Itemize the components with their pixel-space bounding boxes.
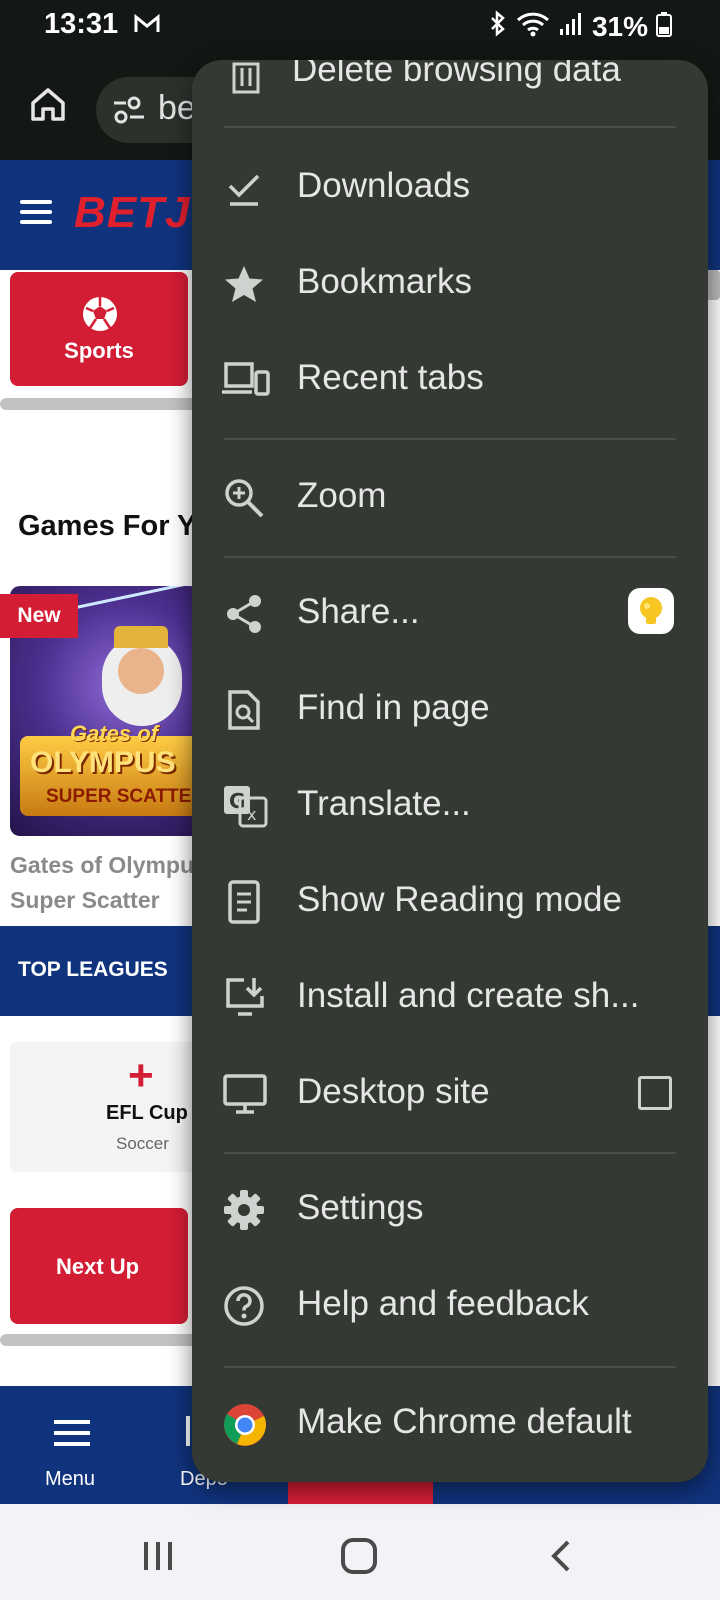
download-check-icon: [222, 166, 266, 210]
lightbulb-icon[interactable]: [628, 588, 674, 634]
menu-item-label: Zoom: [297, 476, 387, 515]
menu-divider: [224, 1152, 676, 1154]
menu-item-install[interactable]: Install and create sh...: [192, 950, 708, 1046]
menu-item-label: Share...: [297, 592, 420, 631]
share-icon: [222, 592, 266, 636]
chrome-icon: [222, 1402, 267, 1446]
page-info-icon[interactable]: [112, 95, 146, 130]
league-card[interactable]: + EFL Cup Soccer: [10, 1042, 210, 1172]
menu-item-label: Settings: [297, 1188, 424, 1227]
games-heading: Games For Y: [18, 510, 197, 542]
menu-item-label: Help and feedback: [297, 1284, 589, 1323]
efl-cup-logo-icon: +: [128, 1051, 154, 1100]
svg-text:x: x: [247, 805, 256, 824]
home-button[interactable]: [28, 84, 68, 124]
next-up-scrollbar[interactable]: [0, 1334, 200, 1346]
menu-item-translate[interactable]: Gx Translate...: [192, 758, 708, 854]
battery-icon: [656, 11, 672, 42]
game-title-line-2: Super Scatter: [10, 887, 160, 913]
devices-icon: [222, 358, 270, 402]
game-art-text-2: OLYMPUS: [30, 746, 176, 779]
menu-item-label: Downloads: [297, 166, 471, 205]
url-text: be: [158, 89, 196, 127]
game-art-text-1: Gates of: [70, 721, 159, 746]
menu-item-find-in-page[interactable]: Find in page: [192, 662, 708, 758]
menu-item-bookmarks[interactable]: Bookmarks: [192, 236, 708, 332]
menu-item-help[interactable]: Help and feedback: [192, 1258, 708, 1354]
site-logo[interactable]: BETJ: [74, 188, 190, 238]
menu-item-settings[interactable]: Settings: [192, 1162, 708, 1258]
bluetooth-icon: [488, 10, 508, 43]
game-title[interactable]: Gates of Olympu Super Scatter: [10, 848, 194, 918]
next-up-label: Next Up: [56, 1254, 140, 1279]
menu-item-label: Install and create sh...: [297, 976, 640, 1015]
battery-percent: 31%: [591, 10, 648, 42]
recent-apps-icon[interactable]: [140, 1538, 176, 1579]
find-in-page-icon: [222, 688, 266, 732]
soccer-ball-icon: [80, 294, 120, 339]
trash-icon: [228, 60, 268, 94]
status-time: 13:31: [44, 8, 119, 40]
status-bar: 13:31 31%: [0, 0, 720, 50]
desktop-site-checkbox[interactable]: [638, 1076, 672, 1110]
menu-divider: [224, 1366, 676, 1368]
menu-item-reading-mode[interactable]: Show Reading mode: [192, 854, 708, 950]
menu-item-downloads[interactable]: Downloads: [192, 140, 708, 236]
gear-icon: [222, 1188, 266, 1232]
new-badge: New: [0, 594, 78, 638]
gmail-icon: [133, 12, 161, 41]
menu-item-label: Make Chrome default: [297, 1402, 632, 1441]
help-icon: [222, 1284, 266, 1328]
sports-tile[interactable]: Sports: [10, 272, 188, 386]
system-home-icon[interactable]: [341, 1538, 377, 1574]
menu-item-label: Find in page: [297, 688, 490, 727]
menu-item-label: Delete browsing data: [292, 60, 621, 89]
menu-item-zoom[interactable]: Zoom: [192, 450, 708, 546]
svg-text:G: G: [229, 789, 245, 813]
league-sport: Soccer: [116, 1134, 169, 1153]
menu-item-label: Desktop site: [297, 1072, 490, 1111]
signal-icon: [558, 11, 584, 42]
tiles-scrollbar[interactable]: [0, 398, 200, 410]
menu-item-label: Translate...: [297, 784, 471, 823]
status-icons: 31%: [488, 10, 672, 43]
back-icon[interactable]: [548, 1538, 576, 1579]
menu-item-label: Bookmarks: [297, 262, 473, 301]
menu-item-label: Recent tabs: [297, 358, 484, 397]
menu-item-label: Show Reading mode: [297, 880, 622, 919]
menu-item-delete-browsing-data[interactable]: Delete browsing data: [192, 60, 708, 110]
site-menu-icon[interactable]: [20, 200, 52, 224]
translate-icon: Gx: [222, 784, 268, 828]
system-nav-bar: [0, 1504, 720, 1600]
top-leagues-label: TOP LEAGUES: [18, 958, 168, 981]
install-icon: [222, 976, 266, 1020]
bottom-menu-label[interactable]: Menu: [45, 1468, 95, 1491]
reading-mode-icon: [222, 880, 266, 924]
zoom-in-icon: [222, 476, 266, 520]
star-icon: [222, 262, 266, 306]
desktop-icon: [222, 1072, 267, 1116]
menu-divider: [224, 126, 676, 128]
next-up-tile[interactable]: Next Up: [10, 1208, 188, 1324]
game-title-line-1: Gates of Olympu: [10, 852, 195, 878]
menu-item-recent-tabs[interactable]: Recent tabs: [192, 332, 708, 428]
home-icon: [31, 88, 65, 121]
menu-item-make-chrome-default[interactable]: Make Chrome default: [192, 1376, 708, 1472]
game-art-text-3: SUPER SCATTE: [46, 786, 192, 807]
page-scrollbar[interactable]: [706, 270, 720, 300]
menu-item-desktop-site[interactable]: Desktop site: [192, 1046, 708, 1142]
bottom-menu-icon[interactable]: [54, 1420, 90, 1446]
chrome-overflow-menu: Delete browsing data Downloads Bookmarks…: [192, 60, 708, 1482]
sports-tile-label: Sports: [64, 338, 134, 363]
menu-item-share[interactable]: Share...: [192, 566, 708, 662]
menu-divider: [224, 556, 676, 558]
league-name: EFL Cup: [106, 1102, 188, 1124]
wifi-icon: [516, 11, 550, 42]
menu-divider: [224, 438, 676, 440]
